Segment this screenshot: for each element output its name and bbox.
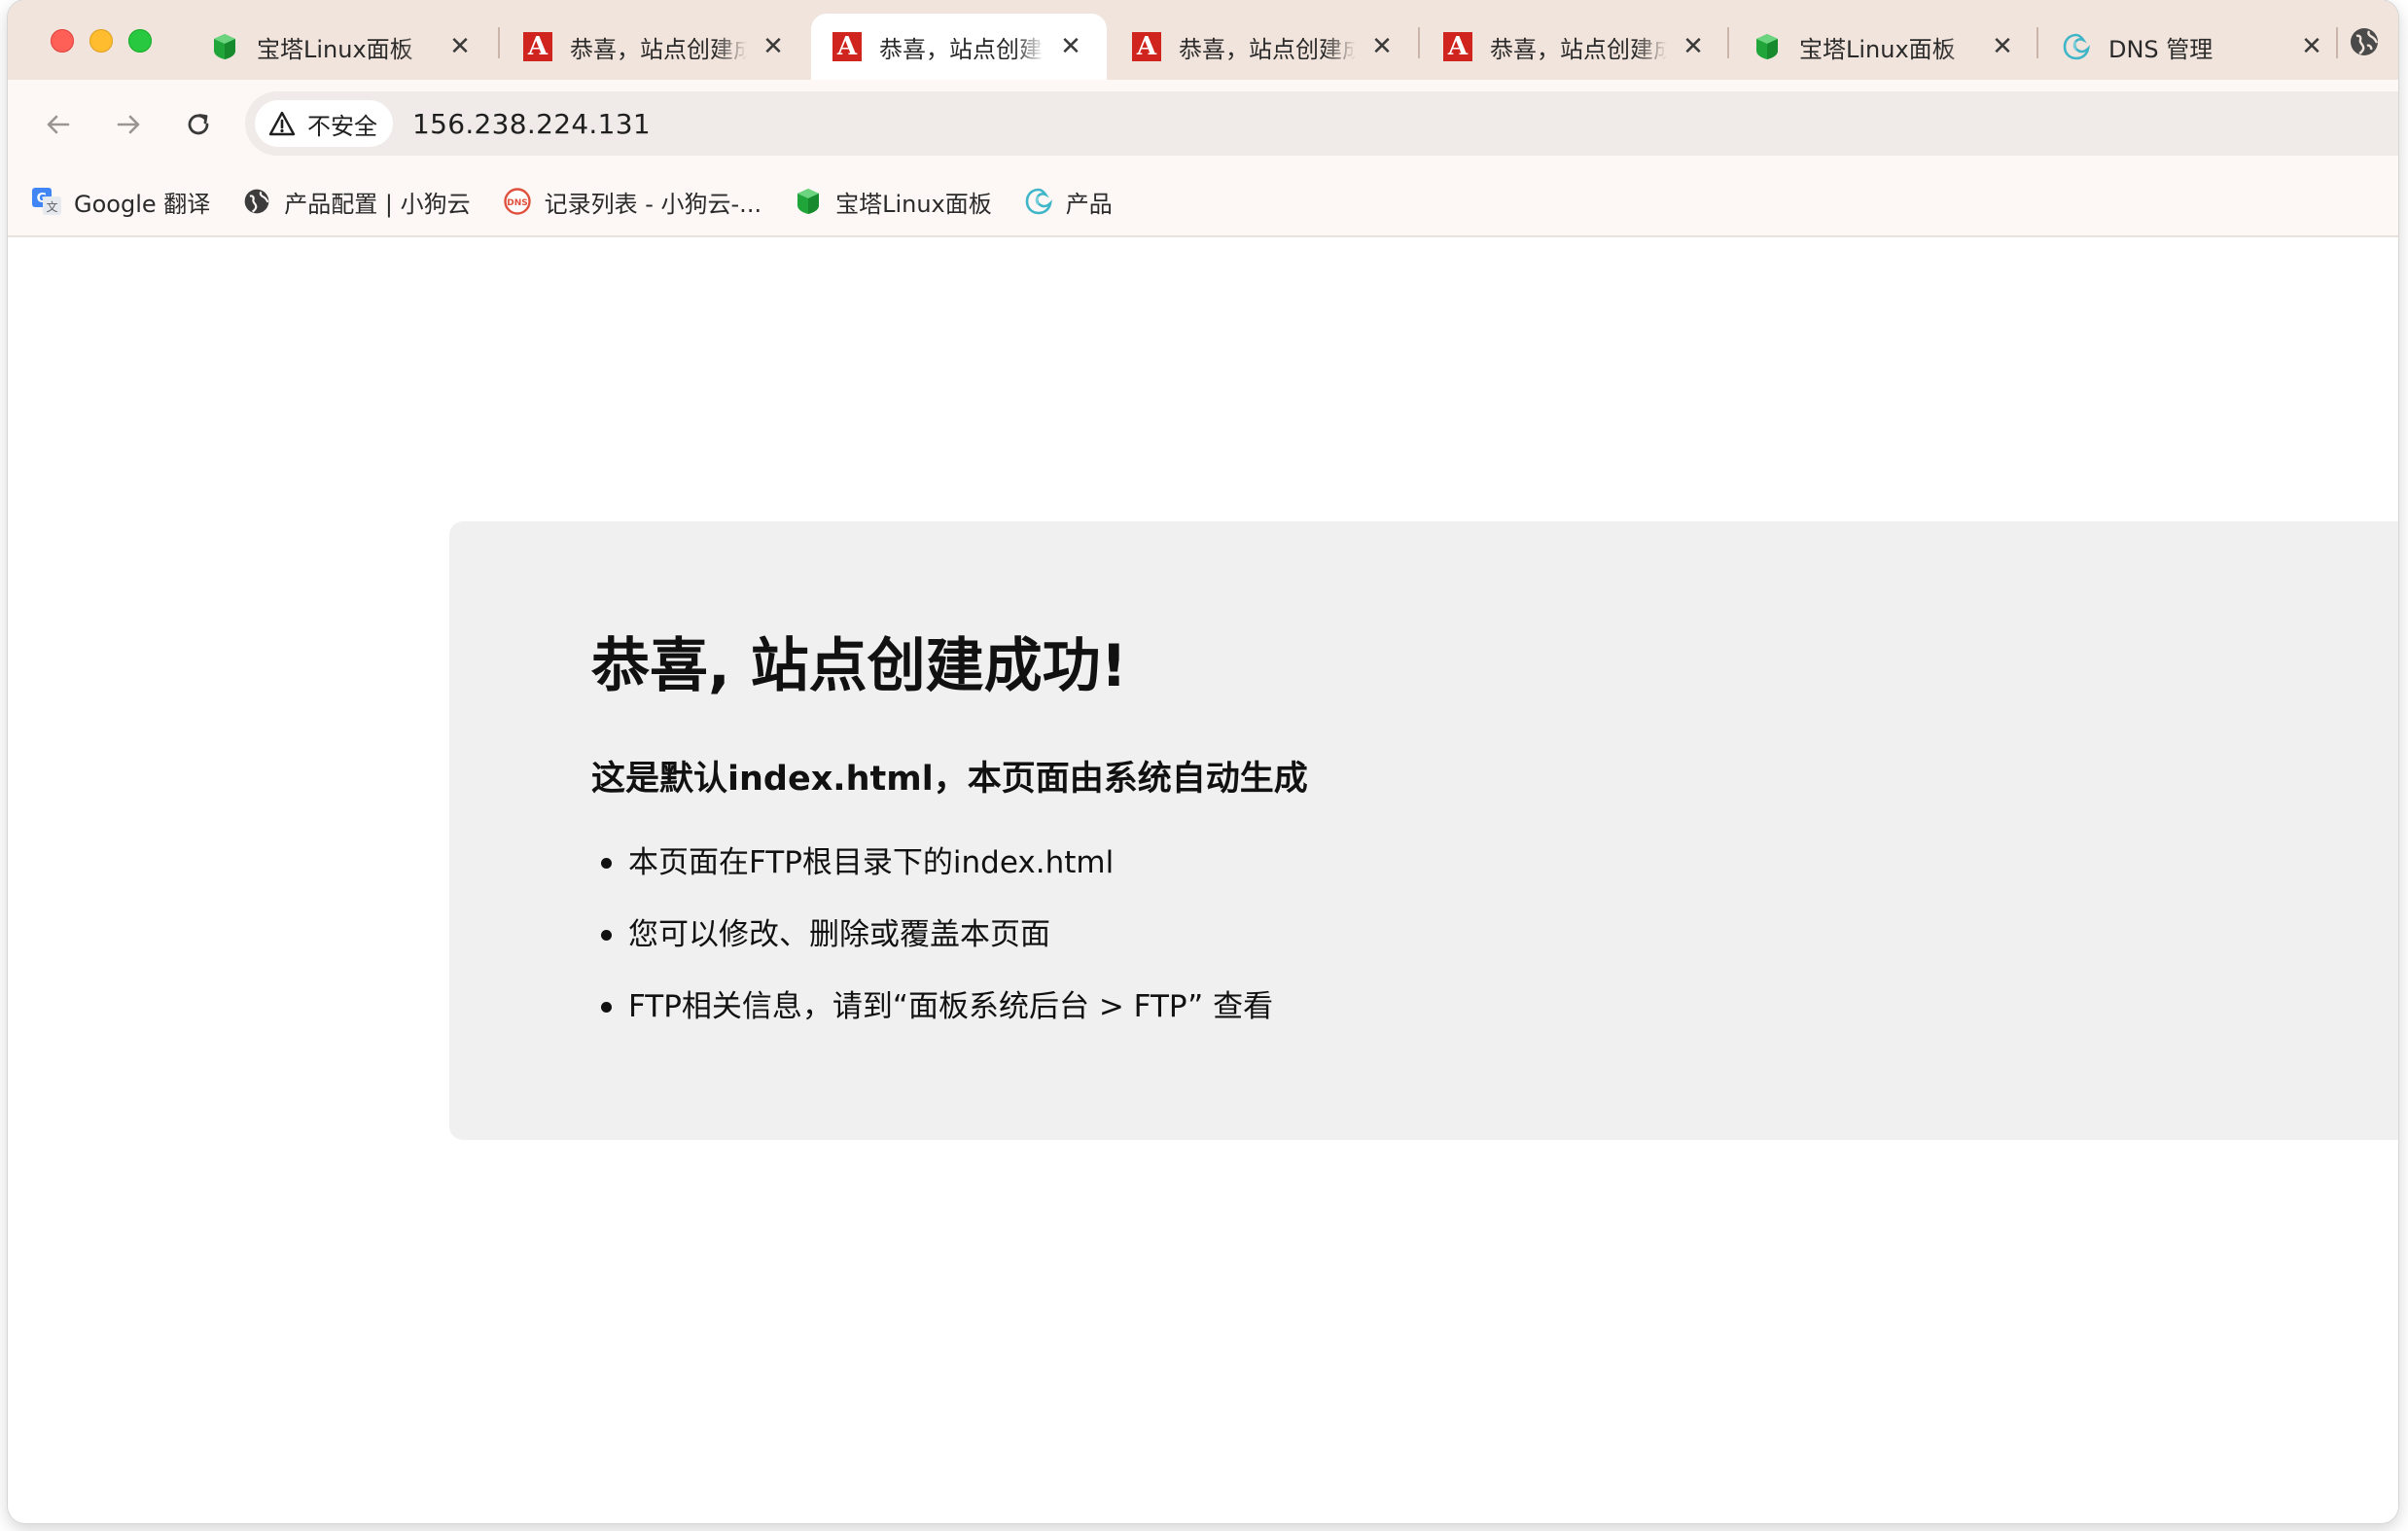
dns-badge-icon: DNS — [502, 186, 533, 217]
tab-strip: 宝塔Linux面板 ✕ A 恭喜，站点创建成功！ ✕ A 恭喜，站点创建成功！ … — [8, 0, 2398, 80]
globe-icon — [241, 186, 272, 217]
bookmark-label: 产品 — [1065, 190, 1113, 218]
tab-separator — [1727, 27, 1729, 58]
tab-site-created-4[interactable]: A 恭喜，站点创建成功！ ✕ — [1422, 14, 1729, 80]
baota-shield-icon — [210, 32, 239, 61]
minimize-window-button[interactable] — [89, 29, 113, 53]
bookmark-product-config[interactable]: 产品配置 | 小狗云 — [241, 185, 471, 219]
reload-icon[interactable] — [177, 103, 220, 146]
globe-icon[interactable] — [2348, 25, 2381, 58]
browser-toolbar: 不安全 156.238.224.131 — [8, 80, 2398, 167]
tab-title: 恭喜，站点创建成功！ — [879, 35, 1045, 63]
close-window-button[interactable] — [51, 29, 74, 53]
security-indicator[interactable]: 不安全 — [255, 100, 393, 147]
page-subtitle: 这是默认index.html，本页面由系统自动生成 — [591, 760, 1308, 799]
bookmark-label: 产品配置 | 小狗云 — [284, 190, 471, 218]
tab-close-icon[interactable]: ✕ — [759, 32, 788, 61]
bookmark-label: 宝塔Linux面板 — [835, 190, 992, 218]
tab-close-icon[interactable]: ✕ — [1056, 32, 1085, 61]
tab-close-icon[interactable]: ✕ — [1367, 32, 1397, 61]
tab-site-created-active[interactable]: A 恭喜，站点创建成功！ ✕ — [811, 14, 1107, 80]
tab-site-created-3[interactable]: A 恭喜，站点创建成功！ ✕ — [1111, 14, 1418, 80]
tab-site-created-1[interactable]: A 恭喜，站点创建成功！ ✕ — [502, 14, 809, 80]
bookmark-google-translate[interactable]: G文 Google 翻译 — [31, 185, 210, 219]
baota-shield-icon — [1753, 32, 1782, 61]
security-label: 不安全 — [307, 112, 377, 140]
list-item: FTP相关信息，请到“面板系统后台 > FTP” 查看 — [591, 986, 1273, 1058]
tab-baota-panel-1[interactable]: 宝塔Linux面板 ✕ — [189, 14, 496, 80]
tab-close-icon[interactable]: ✕ — [1988, 32, 2017, 61]
cloud-swirl-icon — [2062, 32, 2091, 61]
a-letter-icon: A — [832, 32, 862, 61]
maximize-window-button[interactable] — [128, 29, 152, 53]
baota-shield-icon — [793, 186, 824, 217]
bookmark-baota-panel[interactable]: 宝塔Linux面板 — [793, 185, 992, 219]
url-text[interactable]: 156.238.224.131 — [412, 108, 651, 140]
google-translate-icon: G文 — [31, 186, 62, 217]
bookmark-label: 记录列表 - 小狗云-... — [544, 190, 762, 218]
welcome-card: 恭喜, 站点创建成功! 这是默认index.html，本页面由系统自动生成 本页… — [449, 521, 2398, 1140]
browser-window: 宝塔Linux面板 ✕ A 恭喜，站点创建成功！ ✕ A 恭喜，站点创建成功！ … — [8, 0, 2398, 1523]
a-letter-icon: A — [1132, 32, 1161, 61]
tab-close-icon[interactable]: ✕ — [1679, 32, 1708, 61]
tab-title: 恭喜，站点创建成功！ — [570, 35, 747, 63]
a-letter-icon: A — [523, 32, 552, 61]
tab-separator — [2036, 27, 2038, 58]
info-list: 本页面在FTP根目录下的index.html 您可以修改、删除或覆盖本页面 FT… — [591, 842, 1273, 1058]
cloud-swirl-icon — [1023, 186, 1054, 217]
back-arrow-icon[interactable] — [37, 103, 80, 146]
tab-title: 恭喜，站点创建成功！ — [1490, 35, 1667, 63]
tab-title: 宝塔Linux面板 — [1799, 35, 1956, 63]
bookmarks-bar: G文 Google 翻译 产品配置 | 小狗云 DNS 记录列表 - 小狗云-.… — [8, 167, 2398, 237]
page-content: 恭喜, 站点创建成功! 这是默认index.html，本页面由系统自动生成 本页… — [8, 237, 2398, 1523]
list-item: 您可以修改、删除或覆盖本页面 — [591, 914, 1273, 986]
tab-separator — [2336, 27, 2338, 58]
a-letter-icon: A — [1443, 32, 1472, 61]
address-bar[interactable]: 不安全 156.238.224.131 — [245, 91, 2398, 156]
forward-arrow-icon[interactable] — [107, 103, 150, 146]
tab-title: 恭喜，站点创建成功！ — [1179, 35, 1356, 63]
svg-text:文: 文 — [46, 199, 57, 214]
tab-dns-management[interactable]: DNS 管理 ✕ — [2040, 14, 2348, 80]
bookmark-products[interactable]: 产品 — [1023, 185, 1113, 219]
svg-text:DNS: DNS — [507, 198, 528, 208]
tab-title: 宝塔Linux面板 — [257, 35, 413, 63]
tab-close-icon[interactable]: ✕ — [445, 32, 475, 61]
bookmark-record-list[interactable]: DNS 记录列表 - 小狗云-... — [502, 185, 761, 219]
tab-close-icon[interactable]: ✕ — [2297, 32, 2326, 61]
warning-triangle-icon — [268, 111, 296, 136]
page-title: 恭喜, 站点创建成功! — [591, 632, 1128, 700]
tab-baota-panel-2[interactable]: 宝塔Linux面板 ✕ — [1731, 14, 2038, 80]
list-item: 本页面在FTP根目录下的index.html — [591, 842, 1273, 914]
tab-separator — [498, 27, 500, 58]
tab-title: DNS 管理 — [2108, 35, 2213, 63]
bookmark-label: Google 翻译 — [74, 190, 211, 218]
tab-separator — [1418, 27, 1420, 58]
